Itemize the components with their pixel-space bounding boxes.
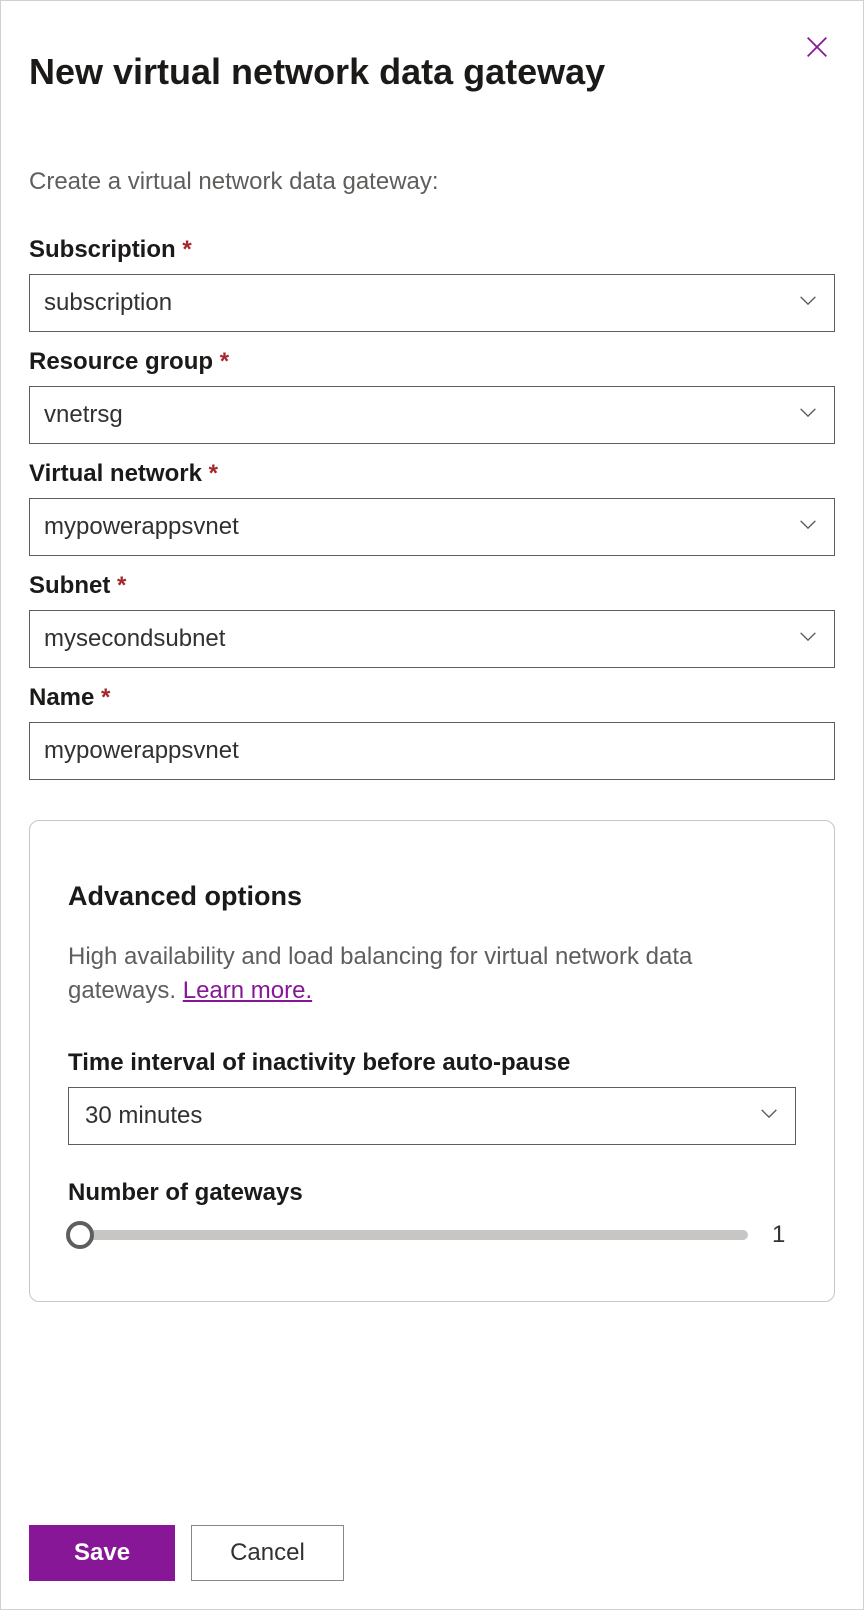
inactivity-interval-label: Time interval of inactivity before auto-… [68, 1049, 796, 1077]
close-button[interactable] [795, 25, 839, 72]
resource-group-select[interactable] [29, 386, 835, 444]
panel-subtitle: Create a virtual network data gateway: [29, 168, 835, 196]
required-asterisk: * [117, 572, 126, 599]
close-icon [803, 49, 831, 64]
resource-group-label: Resource group * [29, 348, 835, 376]
gateways-slider-value: 1 [772, 1221, 796, 1249]
advanced-options-title: Advanced options [68, 881, 796, 912]
subscription-label: Subscription * [29, 236, 835, 264]
name-input[interactable] [29, 722, 835, 780]
number-of-gateways-label: Number of gateways [68, 1179, 796, 1207]
advanced-options-description: High availability and load balancing for… [68, 940, 796, 1007]
required-asterisk: * [220, 348, 229, 375]
learn-more-link[interactable]: Learn more. [183, 977, 312, 1004]
subnet-select[interactable] [29, 610, 835, 668]
advanced-options-card: Advanced options High availability and l… [29, 820, 835, 1302]
subnet-label: Subnet * [29, 572, 835, 600]
required-asterisk: * [101, 684, 110, 711]
virtual-network-select[interactable] [29, 498, 835, 556]
gateways-slider-thumb[interactable] [66, 1221, 94, 1249]
panel-title: New virtual network data gateway [29, 49, 605, 94]
save-button[interactable]: Save [29, 1525, 175, 1581]
virtual-network-label: Virtual network * [29, 460, 835, 488]
inactivity-interval-select[interactable] [68, 1087, 796, 1145]
subscription-select[interactable] [29, 274, 835, 332]
required-asterisk: * [182, 236, 191, 263]
cancel-button[interactable]: Cancel [191, 1525, 344, 1581]
required-asterisk: * [209, 460, 218, 487]
name-label: Name * [29, 684, 835, 712]
gateways-slider[interactable] [68, 1230, 748, 1240]
